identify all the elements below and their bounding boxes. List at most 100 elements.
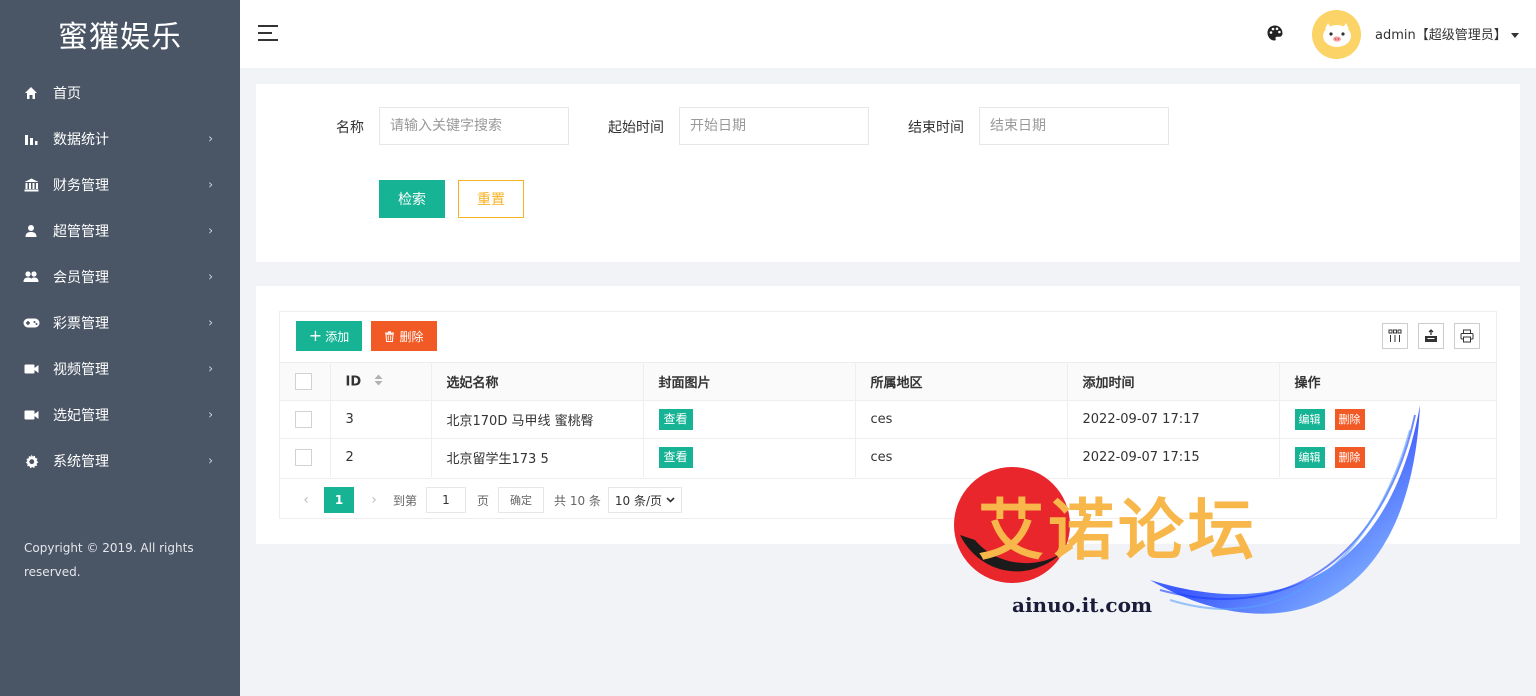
- chevron-right-icon: ›: [208, 131, 213, 146]
- sidebar-menu: 首页 数据统计 › 财务管理 › 超管管理 › 会员管理 › 彩票管理 › 视频…: [0, 70, 240, 484]
- edit-button[interactable]: 编辑: [1294, 409, 1325, 430]
- bar-chart-icon: [22, 130, 40, 148]
- page-size-value: 10 条/页: [614, 493, 663, 508]
- column-header-id[interactable]: ID: [330, 362, 432, 401]
- avatar[interactable]: [1312, 10, 1361, 59]
- watermark-url: ainuo.it.com: [1012, 593, 1153, 617]
- print-icon[interactable]: [1454, 323, 1480, 349]
- sidebar-item-label: 会员管理: [53, 270, 109, 286]
- export-icon[interactable]: [1418, 323, 1444, 349]
- data-table: ID 选妃名称 封面图片 所属地区 添加时间 操作 3 北京170D 马甲线 蜜…: [280, 362, 1496, 477]
- add-button[interactable]: + 添加: [296, 321, 362, 351]
- view-cover-button[interactable]: 查看: [658, 409, 693, 430]
- sidebar-item-lottery[interactable]: 彩票管理 ›: [0, 300, 240, 346]
- sidebar-item-label: 首页: [53, 86, 81, 102]
- end-date-input[interactable]: [979, 107, 1169, 145]
- row-checkbox[interactable]: [295, 449, 312, 467]
- row-checkbox[interactable]: [295, 411, 312, 428]
- start-date-input[interactable]: [679, 107, 869, 145]
- sidebar-item-label: 系统管理: [53, 454, 109, 470]
- gear-icon: [22, 452, 40, 470]
- delete-row-button[interactable]: 删除: [1334, 409, 1365, 430]
- sidebar-item-label: 彩票管理: [53, 316, 109, 332]
- select-all-checkbox[interactable]: [295, 373, 312, 390]
- table-row: 2 北京留学生173 5 查看 ces 2022-09-07 17:15 编辑删…: [280, 438, 1496, 477]
- start-time-label: 起始时间: [608, 120, 664, 136]
- search-panel: 名称 起始时间 结束时间 检索 重置: [256, 84, 1520, 262]
- table-row: 3 北京170D 马甲线 蜜桃臀 查看 ces 2022-09-07 17:17…: [280, 400, 1496, 439]
- edit-button[interactable]: 编辑: [1294, 447, 1325, 469]
- columns-filter-icon[interactable]: [1382, 323, 1408, 349]
- batch-delete-button[interactable]: 删除: [371, 321, 437, 351]
- pagination: ‹ 1 › 到第 页 确定 共 10 条 10 条/页: [280, 478, 1496, 519]
- cell-region: ces: [855, 400, 1068, 439]
- sort-icon[interactable]: [374, 374, 383, 390]
- search-button[interactable]: 检索: [379, 180, 445, 218]
- top-header: admin【超级管理员】: [240, 0, 1536, 68]
- sidebar-item-superadmin[interactable]: 超管管理 ›: [0, 208, 240, 254]
- chevron-right-icon: ›: [208, 223, 213, 238]
- sidebar-item-label: 财务管理: [53, 178, 109, 194]
- sidebar-item-statistics[interactable]: 数据统计 ›: [0, 116, 240, 162]
- chevron-right-icon: ›: [208, 269, 213, 284]
- sidebar-item-label: 数据统计: [53, 132, 109, 148]
- cell-id: 2: [330, 438, 432, 477]
- end-time-label: 结束时间: [908, 120, 964, 136]
- sidebar-item-video[interactable]: 视频管理 ›: [0, 346, 240, 392]
- users-icon: [22, 268, 40, 286]
- chevron-down-icon: [666, 497, 675, 503]
- goto-confirm-button[interactable]: 确定: [498, 487, 544, 513]
- plus-icon: +: [308, 326, 323, 345]
- brand-title: 蜜獾娱乐: [58, 20, 182, 55]
- user-menu[interactable]: admin【超级管理员】: [1375, 24, 1519, 43]
- table-header-row: ID 选妃名称 封面图片 所属地区 添加时间 操作: [280, 362, 1496, 401]
- page-unit-label: 页: [477, 493, 490, 508]
- column-header-label: ID: [345, 374, 362, 389]
- sidebar-item-finance[interactable]: 财务管理 ›: [0, 162, 240, 208]
- column-header-time: 添加时间: [1067, 362, 1280, 401]
- chevron-right-icon: ›: [208, 177, 213, 192]
- column-header-region: 所属地区: [855, 362, 1068, 401]
- sidebar-item-concubine[interactable]: 选妃管理 ›: [0, 392, 240, 438]
- palette-icon[interactable]: [1266, 24, 1284, 46]
- name-label: 名称: [336, 120, 364, 136]
- home-icon: [22, 84, 40, 102]
- sidebar-item-members[interactable]: 会员管理 ›: [0, 254, 240, 300]
- sidebar-item-home[interactable]: 首页: [0, 70, 240, 116]
- cell-name: 北京留学生173 5: [431, 438, 644, 477]
- video-icon: [22, 360, 40, 378]
- goto-label: 到第: [393, 493, 418, 508]
- cell-cover: 查看: [643, 400, 856, 439]
- sidebar-item-label: 视频管理: [53, 362, 109, 378]
- prev-page-button[interactable]: ‹: [296, 487, 316, 513]
- add-button-label: 添加: [325, 329, 350, 344]
- row-checkbox-cell: [280, 438, 331, 477]
- goto-page-input[interactable]: [426, 487, 466, 513]
- gamepad-icon: [22, 314, 40, 332]
- view-cover-button[interactable]: 查看: [658, 447, 693, 469]
- cell-id: 3: [330, 400, 432, 439]
- user-icon: [22, 222, 40, 240]
- page-size-select[interactable]: 10 条/页: [608, 487, 682, 513]
- sidebar: 蜜獾娱乐 首页 数据统计 › 财务管理 › 超管管理 › 会员管理 › 彩票管理…: [0, 0, 240, 696]
- cell-region: ces: [855, 438, 1068, 477]
- menu-toggle-icon[interactable]: [258, 25, 278, 43]
- copyright-text: Copyright © 2019. All rights reserved.: [24, 541, 194, 579]
- column-header-cover: 封面图片: [643, 362, 856, 401]
- table-panel: + 添加 删除 ID 选妃名称 封面图片 所属地区 添加时间 操作 3 北京17…: [256, 286, 1520, 544]
- cell-cover: 查看: [643, 438, 856, 477]
- video-icon: [22, 406, 40, 424]
- delete-row-button[interactable]: 删除: [1334, 447, 1365, 469]
- table-toolbar: + 添加 删除: [280, 312, 1496, 362]
- sidebar-item-system[interactable]: 系统管理 ›: [0, 438, 240, 484]
- column-header-actions: 操作: [1279, 362, 1496, 401]
- caret-down-icon: [1510, 33, 1519, 38]
- header-checkbox-cell: [280, 362, 331, 401]
- next-page-button[interactable]: ›: [364, 487, 384, 513]
- chevron-right-icon: ›: [208, 315, 213, 330]
- trash-icon: [384, 330, 395, 342]
- current-page-button[interactable]: 1: [324, 487, 354, 513]
- cell-actions: 编辑 删除: [1279, 438, 1496, 477]
- reset-button[interactable]: 重置: [458, 180, 524, 218]
- name-search-input[interactable]: [379, 107, 569, 145]
